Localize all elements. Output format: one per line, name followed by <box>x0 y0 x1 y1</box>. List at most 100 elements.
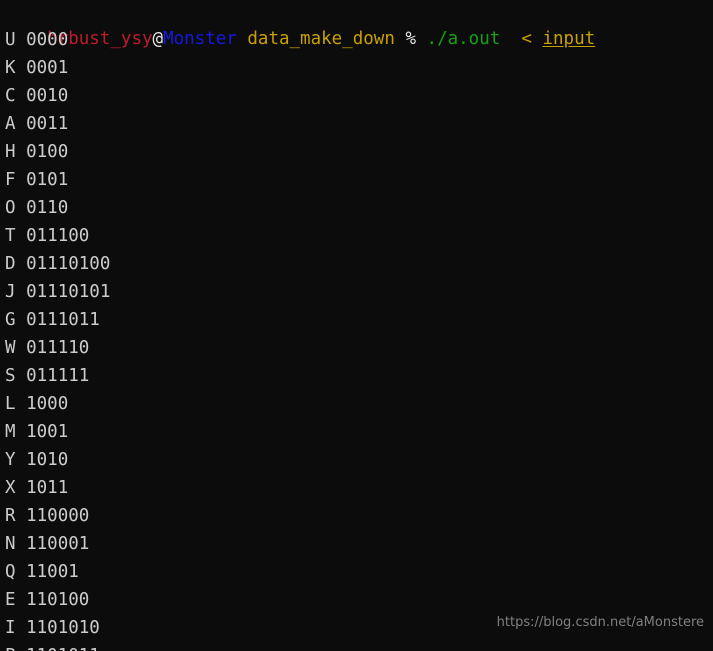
output-code: 0100 <box>26 142 69 162</box>
output-symbol: L <box>5 394 16 414</box>
output-symbol: E <box>5 590 16 610</box>
output-code: 01110100 <box>26 254 111 274</box>
prompt-input-filename: input <box>542 29 596 49</box>
prompt-at-symbol: @ <box>152 29 164 49</box>
output-separator <box>16 198 27 218</box>
output-separator <box>16 534 27 554</box>
output-code: 0101 <box>26 170 69 190</box>
output-symbol: T <box>5 226 16 246</box>
output-separator <box>16 114 27 134</box>
output-code: 110000 <box>26 506 90 526</box>
output-row: E 110100 <box>5 586 713 614</box>
watermark-text: https://blog.csdn.net/aMonstere <box>496 615 704 630</box>
output-separator <box>16 646 27 651</box>
output-code: 1000 <box>26 394 69 414</box>
output-code: 0011 <box>26 114 69 134</box>
output-separator <box>16 86 27 106</box>
output-row: Q 11001 <box>5 558 713 586</box>
output-row: J 01110101 <box>5 278 713 306</box>
output-symbol: P <box>5 646 16 651</box>
output-separator <box>16 394 27 414</box>
output-row: C 0010 <box>5 82 713 110</box>
output-row: T 011100 <box>5 222 713 250</box>
output-code: 110001 <box>26 534 90 554</box>
output-separator <box>16 30 27 50</box>
output-row: P 1101011 <box>5 642 713 651</box>
output-symbol: Q <box>5 562 16 582</box>
output-separator <box>16 366 27 386</box>
output-row: D 01110100 <box>5 250 713 278</box>
output-symbol: H <box>5 142 16 162</box>
output-code: 0001 <box>26 58 69 78</box>
output-separator <box>16 618 27 638</box>
output-symbol: X <box>5 478 16 498</box>
output-symbol: O <box>5 198 16 218</box>
output-row: H 0100 <box>5 138 713 166</box>
prompt-space-5 <box>532 29 543 49</box>
output-code: 01110101 <box>26 282 111 302</box>
output-code: 1010 <box>26 450 69 470</box>
output-row: R 110000 <box>5 502 713 530</box>
output-symbol: C <box>5 86 16 106</box>
prompt-space-4 <box>500 29 521 49</box>
terminal-window[interactable]: hrbust_ysy@Monster data_make_down % ./a.… <box>0 0 713 651</box>
prompt-redirect-operator: < <box>521 29 532 49</box>
output-row: F 0101 <box>5 166 713 194</box>
output-row: Y 1010 <box>5 446 713 474</box>
output-symbol: N <box>5 534 16 554</box>
output-row: W 011110 <box>5 334 713 362</box>
output-separator <box>16 254 27 274</box>
output-separator <box>16 226 27 246</box>
output-row: A 0011 <box>5 110 713 138</box>
output-code: 011110 <box>26 338 90 358</box>
output-separator <box>16 282 27 302</box>
output-symbol: G <box>5 310 16 330</box>
output-row: G 0111011 <box>5 306 713 334</box>
output-separator <box>16 58 27 78</box>
output-code: 1011 <box>26 478 69 498</box>
output-code: 011100 <box>26 226 90 246</box>
prompt-directory: data_make_down <box>247 29 395 49</box>
prompt-space-2 <box>395 29 406 49</box>
output-code: 1101010 <box>26 618 100 638</box>
output-separator <box>16 450 27 470</box>
output-separator <box>16 170 27 190</box>
shell-prompt-line: hrbust_ysy@Monster data_make_down % ./a.… <box>5 0 713 49</box>
output-symbol: J <box>5 282 16 302</box>
output-row: O 0110 <box>5 194 713 222</box>
output-code: 0111011 <box>26 310 100 330</box>
output-code: 0110 <box>26 198 69 218</box>
output-symbol: W <box>5 338 16 358</box>
output-symbol: Y <box>5 450 16 470</box>
output-separator <box>16 562 27 582</box>
output-symbol: F <box>5 170 16 190</box>
prompt-hostname: Monster <box>163 29 237 49</box>
output-symbol: S <box>5 366 16 386</box>
output-row: N 110001 <box>5 530 713 558</box>
output-separator <box>16 422 27 442</box>
output-code: 1001 <box>26 422 69 442</box>
output-code: 0000 <box>26 30 69 50</box>
output-code: 110100 <box>26 590 90 610</box>
output-symbol: U <box>5 30 16 50</box>
output-separator <box>16 590 27 610</box>
output-row: L 1000 <box>5 390 713 418</box>
output-row: K 0001 <box>5 54 713 82</box>
output-code: 0010 <box>26 86 69 106</box>
output-code: 1101011 <box>26 646 100 651</box>
output-symbol: D <box>5 254 16 274</box>
output-separator <box>16 310 27 330</box>
output-symbol: A <box>5 114 16 134</box>
output-separator <box>16 142 27 162</box>
output-symbol: M <box>5 422 16 442</box>
prompt-space-3 <box>416 29 427 49</box>
output-separator <box>16 338 27 358</box>
output-symbol: K <box>5 58 16 78</box>
output-separator <box>16 478 27 498</box>
output-code: 011111 <box>26 366 90 386</box>
output-row: S 011111 <box>5 362 713 390</box>
output-code: 11001 <box>26 562 79 582</box>
output-separator <box>16 506 27 526</box>
output-row: X 1011 <box>5 474 713 502</box>
output-symbol: R <box>5 506 16 526</box>
